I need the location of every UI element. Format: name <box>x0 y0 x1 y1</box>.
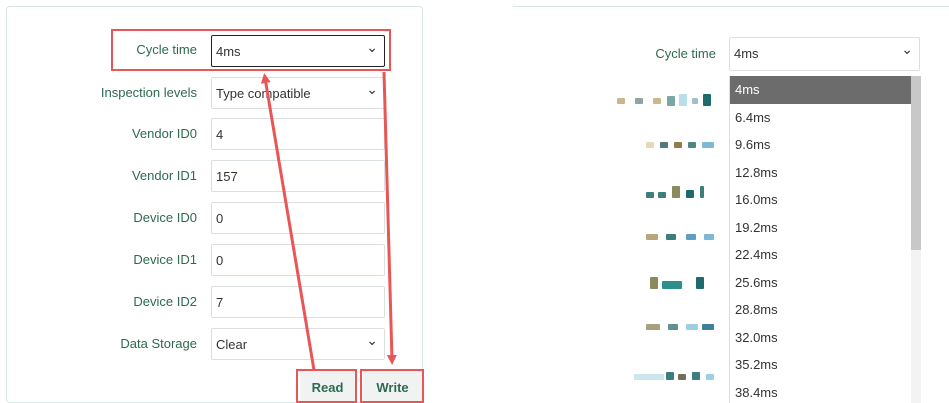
right-panel-border <box>513 6 949 7</box>
dropdown-scrollbar-thumb[interactable] <box>911 76 921 250</box>
cycle-time-select[interactable]: 4ms <box>211 35 385 67</box>
dropdown-option[interactable]: 28.8ms <box>730 296 921 324</box>
dropdown-option[interactable]: 19.2ms <box>730 214 921 242</box>
dropdown-option[interactable]: 16.0ms <box>730 186 921 214</box>
device-id2-label: Device ID2 <box>133 294 197 309</box>
dropdown-option[interactable]: 22.4ms <box>730 241 921 269</box>
blurred-label <box>646 234 716 242</box>
write-button[interactable]: Write <box>363 371 422 403</box>
dropdown-option[interactable]: 6.4ms <box>730 104 921 132</box>
vendor-id0-input[interactable]: 4 <box>211 118 385 150</box>
data-storage-select[interactable]: Clear <box>211 328 385 360</box>
cycle-time-dropdown[interactable]: 4ms 6.4ms 9.6ms 12.8ms 16.0ms 19.2ms 22.… <box>729 76 921 403</box>
blurred-label <box>646 324 716 332</box>
data-storage-label: Data Storage <box>120 336 197 351</box>
device-id0-label: Device ID0 <box>133 210 197 225</box>
read-button[interactable]: Read <box>300 371 355 403</box>
cycle-time-label-right: Cycle time <box>655 46 716 61</box>
inspection-levels-label: Inspection levels <box>100 85 197 100</box>
dropdown-option[interactable]: 12.8ms <box>730 159 921 187</box>
blurred-label <box>617 94 717 106</box>
device-id1-input[interactable]: 0 <box>211 244 385 276</box>
cycle-time-label: Cycle time <box>136 42 197 57</box>
dropdown-option[interactable]: 9.6ms <box>730 131 921 159</box>
vendor-id0-label: Vendor ID0 <box>131 126 197 141</box>
blurred-label <box>646 142 716 152</box>
blurred-label <box>634 372 716 382</box>
dropdown-option[interactable]: 38.4ms <box>730 379 921 403</box>
blurred-label <box>646 186 716 198</box>
cycle-time-select-right[interactable]: 4ms <box>729 37 920 71</box>
vendor-id1-input[interactable]: 157 <box>211 160 385 192</box>
dropdown-option[interactable]: 25.6ms <box>730 269 921 297</box>
blurred-label <box>650 277 716 291</box>
inspection-levels-select[interactable]: Type compatible <box>211 77 385 109</box>
vendor-id1-label: Vendor ID1 <box>131 168 197 183</box>
device-id2-input[interactable]: 7 <box>211 286 385 318</box>
dropdown-option[interactable]: 32.0ms <box>730 324 921 352</box>
dropdown-option[interactable]: 4ms <box>730 76 921 104</box>
device-id1-label: Device ID1 <box>133 252 197 267</box>
device-id0-input[interactable]: 0 <box>211 202 385 234</box>
dropdown-option[interactable]: 35.2ms <box>730 351 921 379</box>
